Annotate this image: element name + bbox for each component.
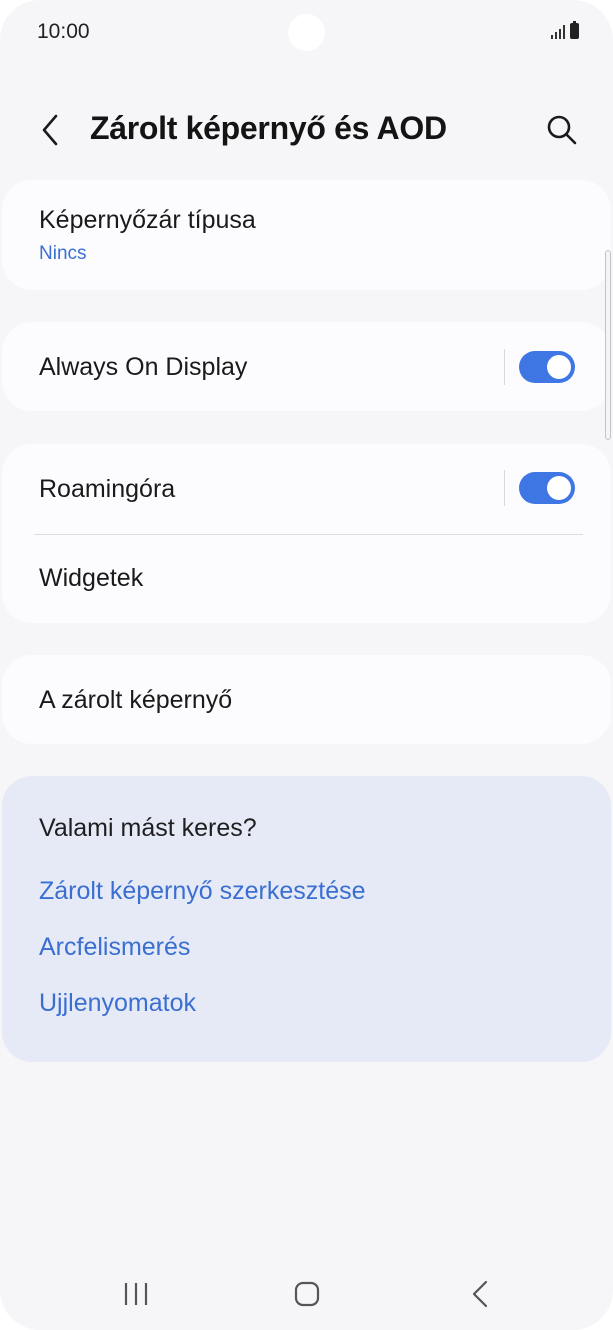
aod-toggle[interactable] [519, 351, 575, 383]
suggestions-title: Valami mást keres? [39, 814, 257, 842]
phone-screen: 10:00 Zárolt képernyő és AOD Képernyőzár… [0, 0, 613, 1330]
lock-screen-row[interactable]: A zárolt képernyő [2, 655, 611, 744]
aod-card: Always On Display [2, 322, 611, 411]
status-time: 10:00 [37, 20, 90, 43]
widgets-row[interactable]: Widgetek [2, 535, 611, 623]
home-icon [294, 1281, 320, 1307]
scrollbar[interactable] [605, 250, 611, 440]
search-button[interactable] [540, 108, 584, 152]
roaming-clock-toggle[interactable] [519, 472, 575, 504]
roaming-clock-row[interactable]: Roamingóra [2, 444, 611, 534]
lock-type-card: Képernyőzár típusa Nincs [2, 180, 611, 290]
lock-type-row[interactable]: Képernyőzár típusa Nincs [2, 180, 611, 290]
recents-button[interactable] [106, 1269, 166, 1319]
suggestion-link-edit-lock-screen[interactable]: Zárolt képernyő szerkesztése [39, 877, 366, 906]
nav-back-button[interactable] [450, 1269, 510, 1319]
camera-cutout [288, 14, 325, 51]
suggestions-card: Valami mást keres? Zárolt képernyő szerk… [2, 776, 611, 1062]
back-button[interactable] [28, 108, 72, 152]
status-bar: 10:00 [0, 0, 613, 66]
lock-screen-card: A zárolt képernyő [2, 655, 611, 744]
lock-type-label: Képernyőzár típusa [39, 206, 256, 234]
roaming-clock-label: Roamingóra [39, 475, 176, 503]
navigation-bar [0, 1255, 613, 1330]
suggestion-link-face-recognition[interactable]: Arcfelismerés [39, 933, 190, 962]
toggle-knob [547, 355, 571, 379]
status-icons [551, 21, 579, 39]
toggle-separator [504, 470, 505, 506]
lock-screen-label: A zárolt képernyő [39, 686, 233, 714]
recents-icon [124, 1283, 148, 1305]
toggle-knob [547, 476, 571, 500]
widgets-label: Widgetek [39, 564, 144, 592]
aod-label: Always On Display [39, 353, 248, 381]
battery-icon [570, 21, 579, 39]
search-icon [547, 115, 577, 145]
page-title: Zárolt képernyő és AOD [90, 110, 447, 146]
chevron-left-icon [42, 114, 58, 146]
toggle-separator [504, 349, 505, 385]
app-header: Zárolt képernyő és AOD [0, 96, 613, 162]
signal-icon [551, 25, 565, 39]
home-button[interactable] [277, 1269, 337, 1319]
lock-type-value: Nincs [39, 243, 87, 264]
clock-widgets-card: Roamingóra Widgetek [2, 444, 611, 623]
aod-row[interactable]: Always On Display [2, 322, 611, 411]
back-icon [472, 1280, 488, 1308]
suggestion-link-fingerprints[interactable]: Ujjlenyomatok [39, 989, 196, 1018]
